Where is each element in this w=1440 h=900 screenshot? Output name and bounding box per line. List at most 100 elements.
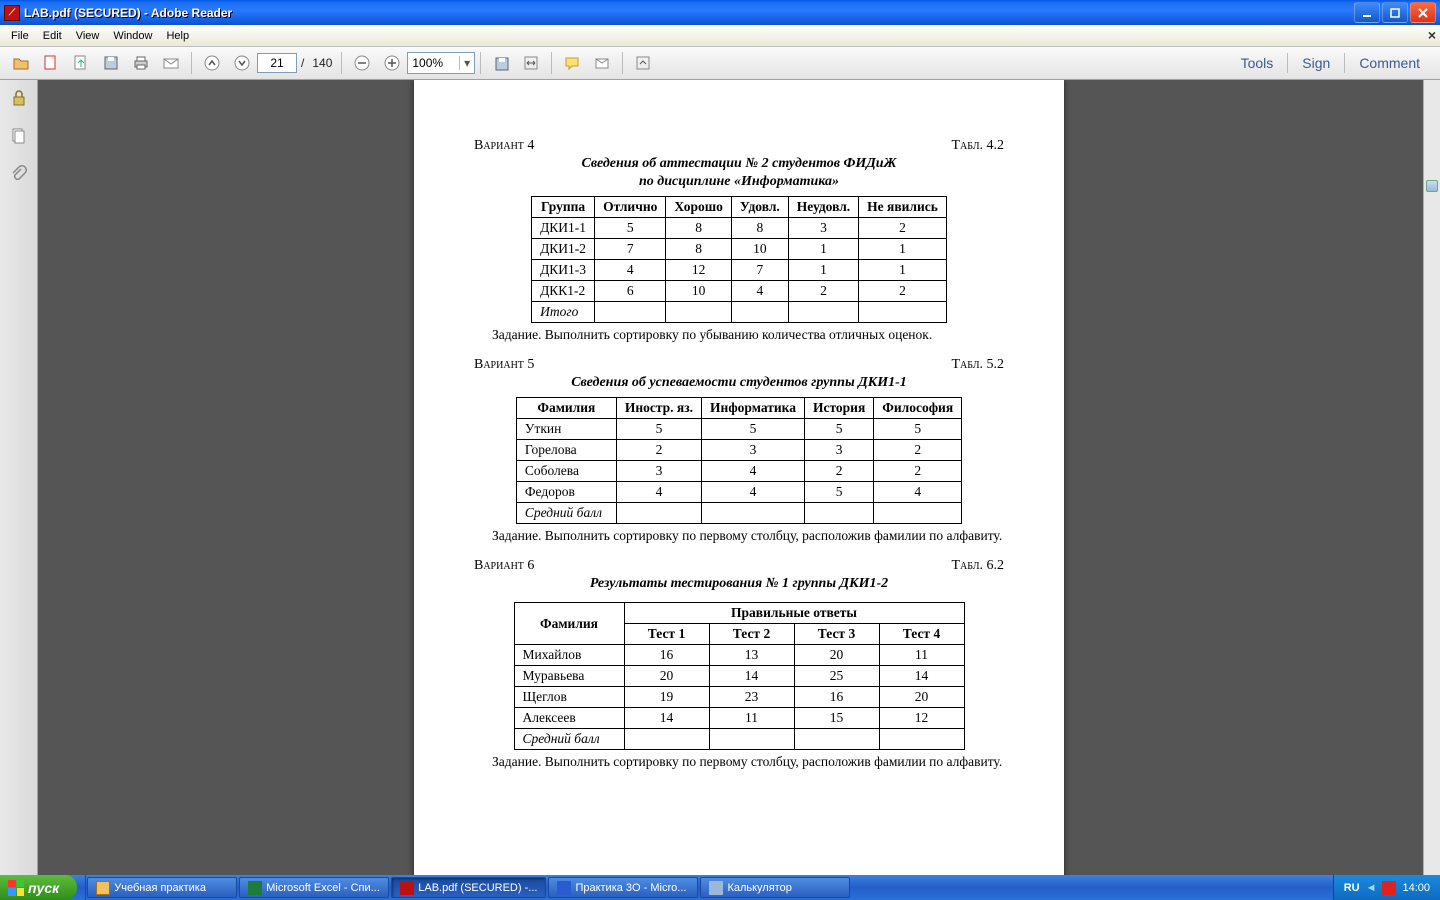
document-viewport[interactable]: Вариант 4 Табл. 4.2 Сведения об аттестаци…: [38, 80, 1440, 875]
navigation-rail: [0, 80, 38, 875]
excel-icon: [248, 881, 262, 895]
calculator-icon: [709, 881, 723, 895]
zoom-out-button[interactable]: [348, 50, 376, 76]
menu-view[interactable]: View: [69, 28, 107, 44]
table-row: Муравьева20142514: [514, 666, 964, 687]
page-separator: /: [301, 56, 304, 70]
table-row: Щеглов19231620: [514, 687, 964, 708]
zoom-select[interactable]: 100% ▾: [407, 52, 475, 74]
table-footer: Итого: [532, 302, 947, 323]
menu-edit[interactable]: Edit: [36, 28, 69, 44]
windows-taskbar: пуск Учебная практика Microsoft Excel - …: [0, 875, 1440, 900]
folder-icon: [96, 881, 110, 895]
print-button[interactable]: [127, 50, 155, 76]
taskbar-item-folder[interactable]: Учебная практика: [87, 877, 237, 898]
doc-v4-title2: по дисциплине «Информатика»: [474, 174, 1004, 190]
table-row: Соболева3422: [516, 461, 961, 482]
variant-5-label: Вариант 5: [474, 357, 534, 373]
table-6-ref: Табл. 6.2: [951, 558, 1004, 574]
variant-6-label: Вариант 6: [474, 558, 534, 574]
taskbar-item-word[interactable]: Практика 3О - Micro...: [548, 877, 698, 898]
comment-tool-button[interactable]: [558, 50, 586, 76]
table-row: Михайлов16132011: [514, 645, 964, 666]
open-file-button[interactable]: [7, 50, 35, 76]
doc-v4-title1: Сведения об аттестации № 2 студентов ФИД…: [474, 156, 1004, 172]
tray-icon[interactable]: ◄: [1366, 882, 1377, 894]
pdf-page: Вариант 4 Табл. 4.2 Сведения об аттестаци…: [414, 80, 1064, 875]
create-pdf-button[interactable]: [37, 50, 65, 76]
adobe-reader-icon: ⟋: [4, 5, 20, 21]
tools-panel-button[interactable]: Tools: [1227, 51, 1288, 75]
email-button[interactable]: [157, 50, 185, 76]
window-titlebar: ⟋ LAB.pdf (SECURED) - Adobe Reader: [0, 0, 1440, 25]
toolbar-separator: [551, 52, 552, 74]
table-row: Горелова2332: [516, 440, 961, 461]
page-total: 140: [312, 56, 332, 70]
zoom-value: 100%: [412, 56, 443, 70]
window-maximize-button[interactable]: [1382, 2, 1408, 23]
start-button[interactable]: пуск: [0, 875, 77, 900]
page-number-input[interactable]: [257, 53, 297, 73]
vertical-scrollbar[interactable]: [1423, 80, 1440, 875]
page-up-button[interactable]: [198, 50, 226, 76]
security-icon[interactable]: [7, 86, 31, 110]
table-4-ref: Табл. 4.2: [951, 138, 1004, 154]
taskbar-item-pdf[interactable]: LAB.pdf (SECURED) -...: [391, 877, 546, 898]
table-5-ref: Табл. 5.2: [951, 357, 1004, 373]
task-v5: Задание. Выполнить сортировку по первому…: [474, 528, 1004, 544]
table-row: ДКИ1-158832: [532, 218, 947, 239]
menu-file[interactable]: File: [4, 28, 36, 44]
word-icon: [557, 881, 571, 895]
clock[interactable]: 14:00: [1402, 882, 1430, 894]
quick-launch: [77, 875, 86, 900]
pdf-icon: [400, 881, 414, 895]
table-row: Алексеев14111512: [514, 708, 964, 729]
read-mode-button[interactable]: [629, 50, 657, 76]
fit-width-button[interactable]: [517, 50, 545, 76]
thumbnails-icon[interactable]: [7, 124, 31, 148]
toolbar: / 140 100% ▾ Tools Sign Comment: [0, 47, 1440, 80]
table-row: ДКИ1-3412711: [532, 260, 947, 281]
kaspersky-icon[interactable]: [1382, 881, 1396, 895]
menu-help[interactable]: Help: [159, 28, 196, 44]
table-footer: Средний балл: [516, 503, 961, 524]
variant-4-label: Вариант 4: [474, 138, 534, 154]
chevron-down-icon: ▾: [459, 56, 470, 70]
comment-panel-button[interactable]: Comment: [1345, 51, 1434, 75]
task-v6: Задание. Выполнить сортировку по первому…: [474, 754, 1004, 770]
page-down-button[interactable]: [228, 50, 256, 76]
save-button[interactable]: [97, 50, 125, 76]
toolbar-separator: [622, 52, 623, 74]
menu-window[interactable]: Window: [106, 28, 159, 44]
snapshot-button[interactable]: [487, 50, 515, 76]
taskbar-item-excel[interactable]: Microsoft Excel - Спи...: [239, 877, 389, 898]
attachments-icon[interactable]: [7, 162, 31, 186]
table-v5: ФамилияИностр. яз.ИнформатикаИсторияФило…: [516, 397, 962, 524]
table-v4: ГруппаОтличноХорошоУдовл.Неудовл.Не явил…: [531, 196, 947, 323]
toolbar-separator: [341, 52, 342, 74]
table-v6: ФамилияПравильные ответы Тест 1Тест 2Тес…: [514, 602, 965, 750]
table-row: ДКК1-2610422: [532, 281, 947, 302]
system-tray[interactable]: RU ◄ 14:00: [1333, 875, 1440, 900]
windows-logo-icon: [8, 880, 24, 896]
toolbar-separator: [480, 52, 481, 74]
menubar: File Edit View Window Help ×: [0, 25, 1440, 47]
close-document-button[interactable]: ×: [1428, 27, 1436, 43]
doc-v5-title: Сведения об успеваемости студентов групп…: [474, 375, 1004, 391]
doc-v6-title: Результаты тестирования № 1 группы ДКИ1-…: [474, 576, 1004, 592]
language-indicator[interactable]: RU: [1344, 882, 1360, 894]
table-row: Федоров4454: [516, 482, 961, 503]
scrollbar-thumb[interactable]: [1426, 180, 1438, 192]
taskbar-item-calc[interactable]: Калькулятор: [700, 877, 850, 898]
toolbar-separator: [191, 52, 192, 74]
window-close-button[interactable]: [1410, 2, 1436, 23]
convert-button[interactable]: [67, 50, 95, 76]
table-row: ДКИ1-2781011: [532, 239, 947, 260]
zoom-in-button[interactable]: [378, 50, 406, 76]
window-title: LAB.pdf (SECURED) - Adobe Reader: [24, 6, 232, 20]
window-minimize-button[interactable]: [1354, 2, 1380, 23]
share-button[interactable]: [588, 50, 616, 76]
task-v4: Задание. Выполнить сортировку по убывани…: [474, 327, 1004, 343]
table-row: Уткин5555: [516, 419, 961, 440]
sign-panel-button[interactable]: Sign: [1288, 51, 1344, 75]
